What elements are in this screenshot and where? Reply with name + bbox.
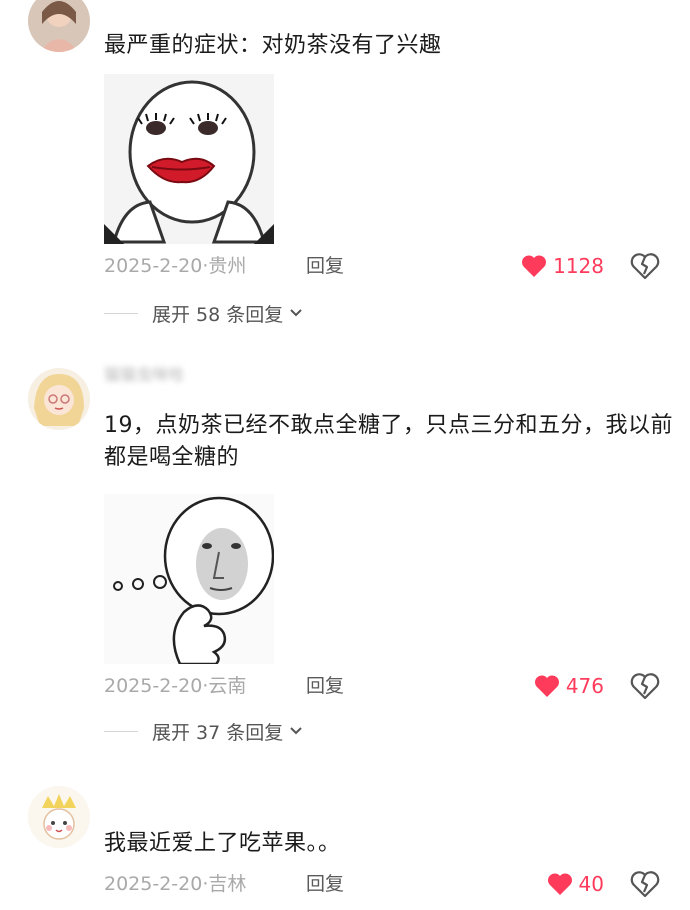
- expand-replies-label: 展开 58 条回复: [152, 303, 284, 326]
- like-count: 476: [565, 674, 604, 698]
- comment-location: 吉林: [208, 873, 247, 895]
- avatar[interactable]: [28, 368, 90, 430]
- avatar[interactable]: [28, 786, 90, 848]
- divider-line: [104, 312, 138, 314]
- comment-location: 云南: [208, 675, 247, 697]
- comment-date: 2025-2-20: [104, 255, 203, 277]
- comment-text: 我最近爱上了吃苹果。。: [104, 831, 341, 856]
- like-count: 40: [578, 872, 604, 896]
- like-button[interactable]: 40: [547, 868, 604, 900]
- heart-filled-icon: [522, 255, 547, 277]
- broken-heart-icon: [630, 871, 660, 898]
- username[interactable]: 猫猫虫咪哈: [104, 362, 254, 388]
- comment-meta: 2025-2-20·贵州 回复 1128: [104, 250, 660, 282]
- expand-replies-button[interactable]: 展开 37 条回复: [104, 716, 303, 746]
- chevron-down-icon: [290, 727, 302, 735]
- comment-text: 19，点奶茶已经不敢点全糖了，只点三分和五分，我以前都是喝全糖的: [104, 413, 673, 470]
- divider-line: [104, 730, 138, 732]
- avatar[interactable]: [28, 0, 90, 52]
- reply-button[interactable]: 回复: [306, 868, 344, 900]
- expand-replies-button[interactable]: 展开 58 条回复: [104, 298, 303, 328]
- comment-meta: 2025-2-20·云南 回复 476: [104, 670, 660, 702]
- thinking-face-sticker[interactable]: [104, 494, 274, 664]
- expand-replies-label: 展开 37 条回复: [152, 721, 284, 744]
- comment-date: 2025-2-20: [104, 873, 203, 895]
- like-button[interactable]: 1128: [521, 250, 604, 282]
- comment-date: 2025-2-20: [104, 675, 203, 697]
- lipstick-face-sticker[interactable]: [104, 74, 274, 244]
- broken-heart-icon: [630, 253, 660, 280]
- like-count: 1128: [553, 254, 604, 278]
- dislike-button[interactable]: [630, 672, 660, 700]
- like-button[interactable]: 476: [534, 670, 604, 702]
- reply-button[interactable]: 回复: [306, 250, 344, 282]
- comment-location: 贵州: [208, 255, 247, 277]
- comment-meta: 2025-2-20·吉林 回复 40: [104, 868, 660, 900]
- comment-text: 最严重的症状：对奶茶没有了兴趣: [104, 33, 442, 58]
- dislike-button[interactable]: [630, 252, 660, 280]
- heart-filled-icon: [534, 675, 559, 697]
- broken-heart-icon: [630, 673, 660, 700]
- reply-button[interactable]: 回复: [306, 670, 344, 702]
- heart-filled-icon: [547, 873, 572, 895]
- chevron-down-icon: [290, 309, 302, 317]
- dislike-button[interactable]: [630, 870, 660, 898]
